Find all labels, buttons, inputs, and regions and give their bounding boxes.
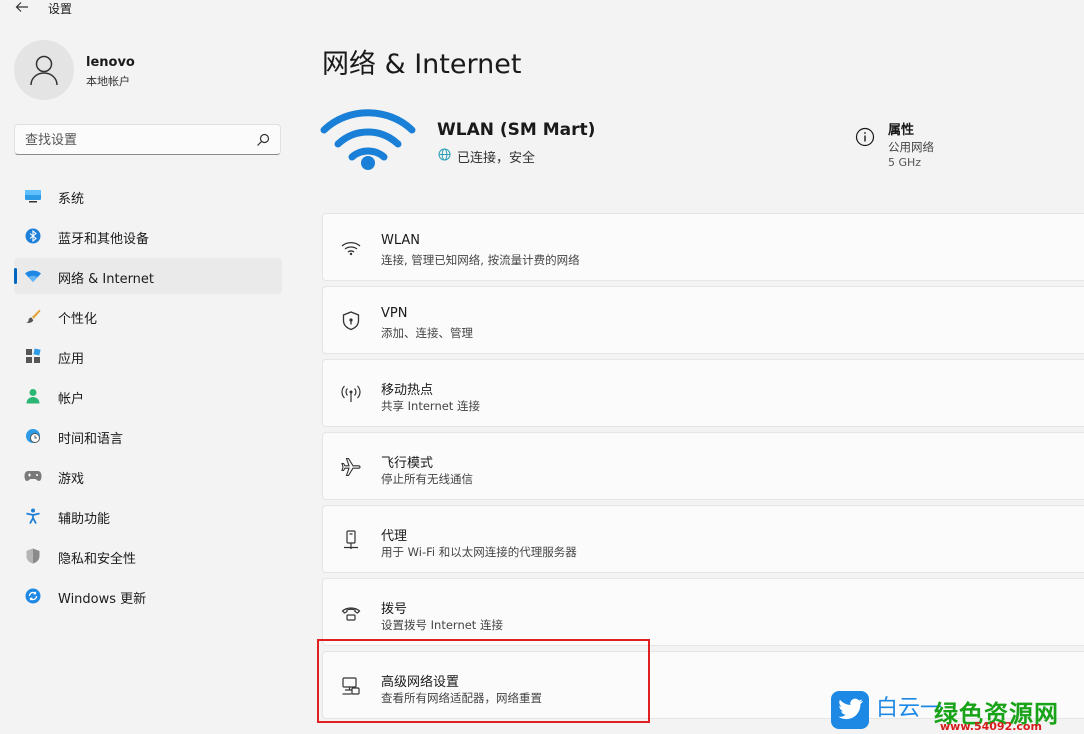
card-title: 高级网络设置 (381, 675, 460, 690)
card-subtitle: 添加、连接、管理 (381, 326, 473, 340)
sidebar-item-system[interactable]: 系统 (14, 178, 282, 214)
card-subtitle: 共享 Internet 连接 (381, 399, 480, 413)
card-subtitle: 设置拨号 Internet 连接 (381, 618, 503, 632)
sidebar-item-gaming[interactable]: 游戏 (14, 458, 282, 494)
card-title: 拨号 (381, 602, 408, 617)
sidebar-item-label: 系统 (58, 192, 85, 207)
sidebar-item-label: 帐户 (58, 392, 85, 407)
sidebar-item-bluetooth[interactable]: 蓝牙和其他设备 (14, 218, 282, 254)
card-subtitle: 停止所有无线通信 (381, 472, 473, 486)
sidebar-item-network[interactable]: 网络 & Internet (14, 258, 282, 294)
search-input[interactable] (25, 131, 245, 149)
proxy-icon (341, 530, 361, 550)
wifi-icon (24, 267, 42, 285)
sidebar-item-label: 应用 (58, 352, 85, 367)
apps-icon (24, 347, 42, 365)
sync-icon (24, 587, 42, 605)
avatar[interactable] (14, 40, 74, 100)
sidebar-item-label: 个性化 (58, 312, 98, 327)
vpn-shield-icon (341, 311, 361, 331)
person-icon (24, 387, 42, 405)
gamepad-icon (24, 467, 42, 485)
sidebar-item-label: Windows 更新 (58, 592, 147, 607)
watermark-url: www.54092.com (940, 720, 1042, 733)
sidebar-item-accounts[interactable]: 帐户 (14, 378, 282, 414)
setting-card-hotspot[interactable]: 移动热点 共享 Internet 连接 (322, 359, 1084, 427)
search-box[interactable] (14, 124, 281, 155)
setting-card-wlan[interactable]: WLAN 连接, 管理已知网络, 按流量计费的网络 (322, 213, 1084, 281)
sidebar-item-label: 辅助功能 (58, 512, 111, 527)
wifi-icon (341, 238, 361, 258)
network-band: 5 GHz (888, 156, 922, 169)
sidebar-item-windows-update[interactable]: Windows 更新 (14, 578, 282, 614)
card-subtitle: 连接, 管理已知网络, 按流量计费的网络 (381, 253, 580, 267)
title-bar: 设置 (0, 0, 300, 20)
network-type: 公用网络 (888, 140, 934, 154)
sidebar-item-label: 蓝牙和其他设备 (58, 232, 150, 247)
person-icon (30, 55, 58, 86)
card-title: VPN (381, 306, 408, 321)
back-arrow-icon (15, 2, 28, 12)
sidebar-nav: 系统 蓝牙和其他设备 网络 & Internet 个性化 应用 帐户 时间和语言… (14, 178, 282, 618)
card-title: 代理 (381, 529, 408, 544)
monitor-icon (24, 187, 42, 205)
sidebar-item-privacy[interactable]: 隐私和安全性 (14, 538, 282, 574)
search-icon[interactable] (255, 132, 271, 148)
properties-label: 属性 (888, 123, 915, 138)
network-adapter-icon (341, 676, 361, 696)
hotspot-icon (341, 384, 361, 404)
app-title: 设置 (48, 2, 73, 16)
wifi-icon (320, 109, 416, 170)
back-button[interactable] (13, 0, 31, 16)
connection-status: 已连接，安全 (457, 151, 536, 166)
card-subtitle: 查看所有网络适配器，网络重置 (381, 691, 542, 705)
globe-icon (438, 148, 451, 161)
card-title: 移动热点 (381, 383, 434, 398)
sidebar-item-label: 时间和语言 (58, 432, 124, 447)
sidebar-item-label: 游戏 (58, 472, 85, 487)
info-icon (855, 127, 875, 147)
setting-card-airplane-mode[interactable]: 飞行模式 停止所有无线通信 (322, 432, 1084, 500)
card-title: WLAN (381, 233, 421, 248)
user-name: lenovo (86, 55, 135, 70)
accessibility-icon (24, 507, 42, 525)
card-title: 飞行模式 (381, 456, 434, 471)
settings-list: WLAN 连接, 管理已知网络, 按流量计费的网络 VPN 添加、连接、管理 移… (322, 213, 1084, 724)
airplane-icon (341, 457, 361, 477)
shield-icon (24, 547, 42, 565)
connection-name: WLAN (SM Mart) (437, 120, 596, 140)
sidebar-item-accessibility[interactable]: 辅助功能 (14, 498, 282, 534)
clock-globe-icon (24, 427, 42, 445)
sidebar-item-label: 隐私和安全性 (58, 552, 137, 567)
watermark-brand-1: 白云一 (876, 696, 943, 721)
setting-card-proxy[interactable]: 代理 用于 Wi-Fi 和以太网连接的代理服务器 (322, 505, 1084, 573)
sidebar-item-apps[interactable]: 应用 (14, 338, 282, 374)
dialup-icon (341, 603, 361, 623)
sidebar-item-time-language[interactable]: 时间和语言 (14, 418, 282, 454)
brush-icon (24, 307, 42, 325)
setting-card-dialup[interactable]: 拨号 设置拨号 Internet 连接 (322, 578, 1084, 646)
bird-logo-icon (831, 691, 869, 729)
setting-card-vpn[interactable]: VPN 添加、连接、管理 (322, 286, 1084, 354)
page-title: 网络 & Internet (322, 49, 522, 80)
bluetooth-icon (24, 227, 42, 245)
sidebar-item-personalization[interactable]: 个性化 (14, 298, 282, 334)
account-type: 本地帐户 (86, 75, 130, 88)
sidebar-item-label: 网络 & Internet (58, 272, 155, 287)
card-subtitle: 用于 Wi-Fi 和以太网连接的代理服务器 (381, 545, 577, 559)
